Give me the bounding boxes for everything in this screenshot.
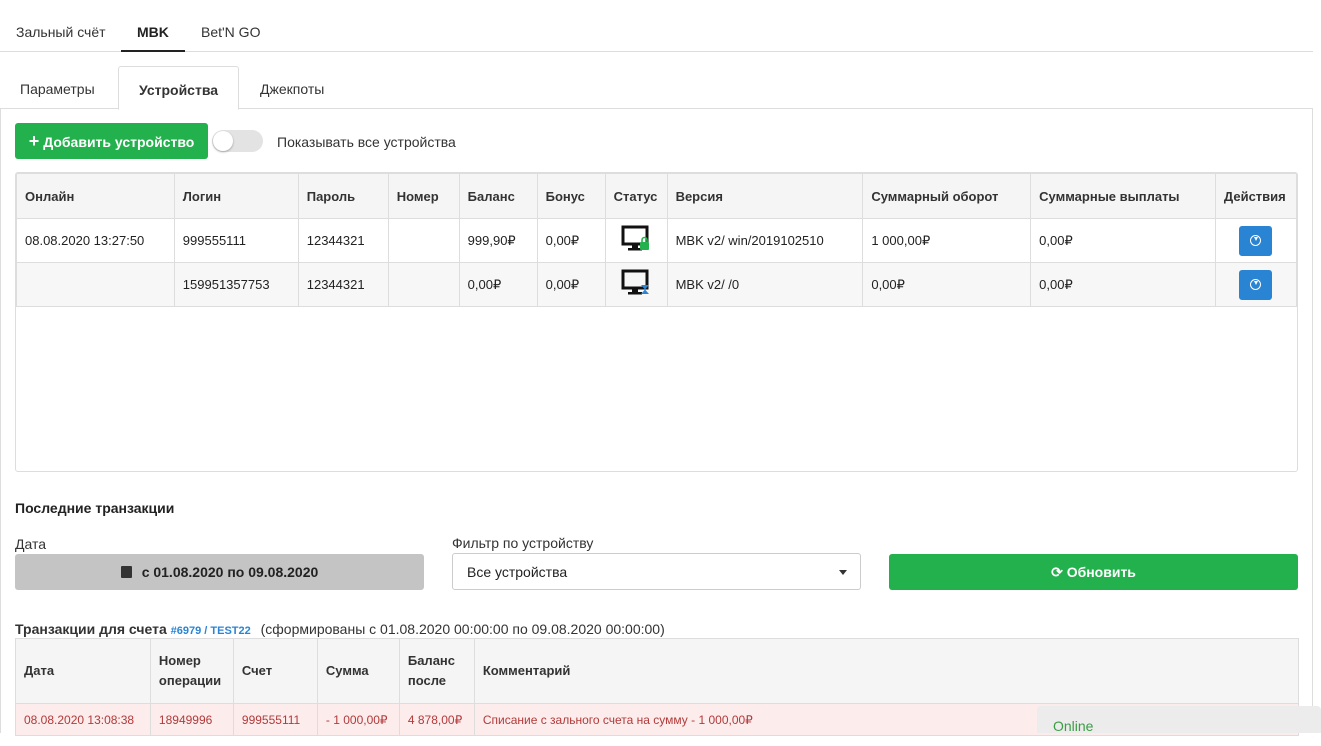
toggle-knob <box>213 131 233 151</box>
sub-tabs: Параметры Устройства Джекпоты <box>0 66 1313 110</box>
col-account: Счет <box>232 638 318 704</box>
monitor-hourglass-icon <box>621 269 650 295</box>
col-status: Статус <box>604 173 668 219</box>
caret-down-icon <box>839 570 847 575</box>
col-login: Логин <box>173 173 299 219</box>
col-actions: Действия <box>1214 173 1298 219</box>
col-password: Пароль <box>297 173 389 219</box>
tab-mbk[interactable]: MBK <box>121 0 185 52</box>
tx-account: 999555111 <box>232 703 318 736</box>
device-status <box>604 262 668 307</box>
device-filter-value: Все устройства <box>467 564 568 580</box>
device-number <box>387 218 460 263</box>
monitor-lock-icon <box>621 225 650 251</box>
account-link[interactable]: #6979 / TEST22 <box>171 625 251 637</box>
date-label: Дата <box>15 536 47 552</box>
date-range-text: с 01.08.2020 по 09.08.2020 <box>141 564 319 580</box>
device-login: 159951357753 <box>173 262 299 307</box>
device-balance: 0,00₽ <box>458 262 538 307</box>
top-tabs: Зальный счёт MBK Bet'N GO <box>0 0 1313 52</box>
device-bonus: 0,00₽ <box>536 218 606 263</box>
tab-jackpots[interactable]: Джекпоты <box>240 66 344 109</box>
col-online: Онлайн <box>16 173 175 219</box>
col-payouts: Суммарные выплаты <box>1030 173 1216 219</box>
refresh-button[interactable]: ⟳ Обновить <box>889 554 1298 590</box>
device-actions <box>1214 218 1298 263</box>
refresh-icon: ⟳ <box>1051 564 1063 580</box>
col-balance: Баланс <box>458 173 538 219</box>
col-number: Номер <box>387 173 460 219</box>
tx-date: 08.08.2020 13:08:38 <box>15 703 151 736</box>
tab-hall-account[interactable]: Зальный счёт <box>0 0 122 52</box>
online-label: Online <box>1053 718 1094 734</box>
col-amount: Сумма <box>316 638 400 704</box>
recent-transactions-title: Последние транзакции <box>15 500 175 516</box>
device-version: MBK v2/ win/2019102510 <box>666 218 864 263</box>
col-turnover: Суммарный оборот <box>862 173 1032 219</box>
online-chat-widget[interactable]: Online <box>1037 706 1321 734</box>
tab-devices[interactable]: Устройства <box>118 66 240 110</box>
device-payouts: 0,00₽ <box>1030 218 1216 263</box>
col-date: Дата <box>15 638 151 704</box>
add-device-label: Добавить устройство <box>43 134 195 150</box>
device-online <box>16 262 175 307</box>
col-comment: Комментарий <box>473 638 1300 704</box>
show-all-label: Показывать все устройства <box>277 134 456 150</box>
device-number <box>387 262 460 307</box>
show-all-toggle[interactable] <box>212 130 263 152</box>
download-button[interactable] <box>1239 269 1273 300</box>
device-version: MBK v2/ /0 <box>666 262 864 307</box>
device-payouts: 0,00₽ <box>1030 262 1216 307</box>
tx-op: 18949996 <box>149 703 234 736</box>
device-bonus: 0,00₽ <box>536 262 606 307</box>
device-row: 08.08.2020 13:27:50 999555111 12344321 9… <box>16 218 1298 263</box>
device-filter-select[interactable]: Все устройства <box>452 553 861 590</box>
col-operation: Номер операции <box>149 638 234 704</box>
tx-balance: 4 878,00₽ <box>398 703 475 736</box>
col-bonus: Бонус <box>536 173 606 219</box>
date-range-button[interactable]: с 01.08.2020 по 09.08.2020 <box>15 554 424 590</box>
refresh-label: Обновить <box>1066 564 1136 580</box>
device-filter-label: Фильтр по устройству <box>452 535 594 551</box>
download-button[interactable] <box>1239 225 1273 256</box>
col-balance-after: Баланс после <box>398 638 475 704</box>
devices-table: Онлайн Логин Пароль Номер Баланс Бонус С… <box>16 173 1298 307</box>
transactions-header-row: Дата Номер операции Счет Сумма Баланс по… <box>15 638 1300 704</box>
device-status <box>604 218 668 263</box>
device-turnover: 0,00₽ <box>862 262 1032 307</box>
col-version: Версия <box>666 173 864 219</box>
device-online: 08.08.2020 13:27:50 <box>16 218 175 263</box>
plus-icon: + <box>28 131 40 151</box>
transactions-title: Транзакции для счета #6979 / TEST22 (сфо… <box>15 621 665 637</box>
calendar-icon <box>120 566 132 578</box>
tx-amount: - 1 000,00₽ <box>316 703 400 736</box>
device-password: 12344321 <box>297 262 389 307</box>
device-login: 999555111 <box>173 218 299 263</box>
device-password: 12344321 <box>297 218 389 263</box>
device-turnover: 1 000,00₽ <box>862 218 1032 263</box>
devices-header-row: Онлайн Логин Пароль Номер Баланс Бонус С… <box>16 173 1298 219</box>
device-balance: 999,90₽ <box>458 218 538 263</box>
device-actions <box>1214 262 1298 307</box>
tab-parameters[interactable]: Параметры <box>0 66 115 109</box>
tx-title-prefix: Транзакции для счета <box>15 621 167 637</box>
tx-title-range: (сформированы с 01.08.2020 00:00:00 по 0… <box>260 621 665 637</box>
tab-betngo[interactable]: Bet'N GO <box>185 0 276 52</box>
add-device-button[interactable]: + Добавить устройство <box>15 123 208 159</box>
device-row: 159951357753 12344321 0,00₽ 0,00₽ MBK v2… <box>16 262 1298 307</box>
